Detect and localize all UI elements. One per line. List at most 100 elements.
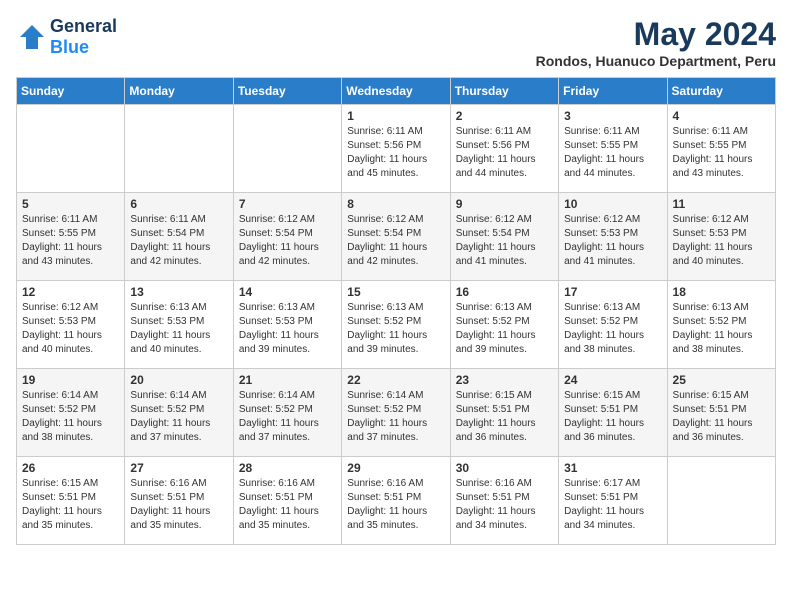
day-number: 9: [456, 197, 553, 211]
day-header-sunday: Sunday: [17, 78, 125, 105]
calendar-week-row: 26 Sunrise: 6:15 AMSunset: 5:51 PMDaylig…: [17, 457, 776, 545]
cell-info: Sunrise: 6:11 AMSunset: 5:56 PMDaylight:…: [347, 126, 427, 179]
cell-info: Sunrise: 6:12 AMSunset: 5:53 PMDaylight:…: [564, 214, 644, 267]
day-number: 16: [456, 285, 553, 299]
calendar-cell: 2 Sunrise: 6:11 AMSunset: 5:56 PMDayligh…: [450, 105, 558, 193]
calendar-cell: 1 Sunrise: 6:11 AMSunset: 5:56 PMDayligh…: [342, 105, 450, 193]
cell-info: Sunrise: 6:16 AMSunset: 5:51 PMDaylight:…: [239, 478, 319, 531]
cell-info: Sunrise: 6:14 AMSunset: 5:52 PMDaylight:…: [239, 390, 319, 443]
cell-info: Sunrise: 6:13 AMSunset: 5:52 PMDaylight:…: [673, 302, 753, 355]
calendar-table: SundayMondayTuesdayWednesdayThursdayFrid…: [16, 77, 776, 545]
calendar-cell: 7 Sunrise: 6:12 AMSunset: 5:54 PMDayligh…: [233, 193, 341, 281]
day-number: 20: [130, 373, 227, 387]
page-header: General Blue May 2024 Rondos, Huanuco De…: [16, 16, 776, 69]
cell-info: Sunrise: 6:14 AMSunset: 5:52 PMDaylight:…: [130, 390, 210, 443]
cell-info: Sunrise: 6:12 AMSunset: 5:53 PMDaylight:…: [22, 302, 102, 355]
day-number: 26: [22, 461, 119, 475]
day-number: 8: [347, 197, 444, 211]
cell-info: Sunrise: 6:13 AMSunset: 5:52 PMDaylight:…: [564, 302, 644, 355]
day-number: 2: [456, 109, 553, 123]
cell-info: Sunrise: 6:15 AMSunset: 5:51 PMDaylight:…: [673, 390, 753, 443]
cell-info: Sunrise: 6:13 AMSunset: 5:52 PMDaylight:…: [456, 302, 536, 355]
calendar-week-row: 12 Sunrise: 6:12 AMSunset: 5:53 PMDaylig…: [17, 281, 776, 369]
cell-info: Sunrise: 6:13 AMSunset: 5:52 PMDaylight:…: [347, 302, 427, 355]
calendar-cell: 21 Sunrise: 6:14 AMSunset: 5:52 PMDaylig…: [233, 369, 341, 457]
calendar-cell: 16 Sunrise: 6:13 AMSunset: 5:52 PMDaylig…: [450, 281, 558, 369]
day-number: 15: [347, 285, 444, 299]
day-number: 14: [239, 285, 336, 299]
month-year: May 2024: [536, 16, 776, 53]
cell-info: Sunrise: 6:12 AMSunset: 5:54 PMDaylight:…: [456, 214, 536, 267]
calendar-cell: 27 Sunrise: 6:16 AMSunset: 5:51 PMDaylig…: [125, 457, 233, 545]
calendar-cell: 13 Sunrise: 6:13 AMSunset: 5:53 PMDaylig…: [125, 281, 233, 369]
calendar-cell: 31 Sunrise: 6:17 AMSunset: 5:51 PMDaylig…: [559, 457, 667, 545]
cell-info: Sunrise: 6:11 AMSunset: 5:55 PMDaylight:…: [673, 126, 753, 179]
calendar-cell: 8 Sunrise: 6:12 AMSunset: 5:54 PMDayligh…: [342, 193, 450, 281]
day-number: 13: [130, 285, 227, 299]
day-number: 24: [564, 373, 661, 387]
calendar-cell: 19 Sunrise: 6:14 AMSunset: 5:52 PMDaylig…: [17, 369, 125, 457]
calendar-cell: 26 Sunrise: 6:15 AMSunset: 5:51 PMDaylig…: [17, 457, 125, 545]
calendar-cell: 24 Sunrise: 6:15 AMSunset: 5:51 PMDaylig…: [559, 369, 667, 457]
calendar-cell: 3 Sunrise: 6:11 AMSunset: 5:55 PMDayligh…: [559, 105, 667, 193]
calendar-cell: 17 Sunrise: 6:13 AMSunset: 5:52 PMDaylig…: [559, 281, 667, 369]
day-number: 3: [564, 109, 661, 123]
calendar-cell: 29 Sunrise: 6:16 AMSunset: 5:51 PMDaylig…: [342, 457, 450, 545]
cell-info: Sunrise: 6:13 AMSunset: 5:53 PMDaylight:…: [130, 302, 210, 355]
logo-icon: [16, 21, 48, 53]
calendar-cell: [667, 457, 775, 545]
day-number: 29: [347, 461, 444, 475]
cell-info: Sunrise: 6:15 AMSunset: 5:51 PMDaylight:…: [22, 478, 102, 531]
cell-info: Sunrise: 6:11 AMSunset: 5:55 PMDaylight:…: [22, 214, 102, 267]
calendar-cell: 4 Sunrise: 6:11 AMSunset: 5:55 PMDayligh…: [667, 105, 775, 193]
cell-info: Sunrise: 6:14 AMSunset: 5:52 PMDaylight:…: [347, 390, 427, 443]
day-number: 22: [347, 373, 444, 387]
title-section: May 2024 Rondos, Huanuco Department, Per…: [536, 16, 776, 69]
day-number: 5: [22, 197, 119, 211]
cell-info: Sunrise: 6:15 AMSunset: 5:51 PMDaylight:…: [564, 390, 644, 443]
day-number: 10: [564, 197, 661, 211]
calendar-cell: [125, 105, 233, 193]
day-number: 12: [22, 285, 119, 299]
cell-info: Sunrise: 6:11 AMSunset: 5:54 PMDaylight:…: [130, 214, 210, 267]
calendar-cell: [233, 105, 341, 193]
cell-info: Sunrise: 6:13 AMSunset: 5:53 PMDaylight:…: [239, 302, 319, 355]
cell-info: Sunrise: 6:12 AMSunset: 5:53 PMDaylight:…: [673, 214, 753, 267]
calendar-week-row: 19 Sunrise: 6:14 AMSunset: 5:52 PMDaylig…: [17, 369, 776, 457]
logo: General Blue: [16, 16, 117, 58]
calendar-cell: 15 Sunrise: 6:13 AMSunset: 5:52 PMDaylig…: [342, 281, 450, 369]
calendar-cell: 9 Sunrise: 6:12 AMSunset: 5:54 PMDayligh…: [450, 193, 558, 281]
calendar-cell: 20 Sunrise: 6:14 AMSunset: 5:52 PMDaylig…: [125, 369, 233, 457]
day-number: 7: [239, 197, 336, 211]
day-number: 11: [673, 197, 770, 211]
day-number: 28: [239, 461, 336, 475]
calendar-cell: 25 Sunrise: 6:15 AMSunset: 5:51 PMDaylig…: [667, 369, 775, 457]
calendar-cell: 6 Sunrise: 6:11 AMSunset: 5:54 PMDayligh…: [125, 193, 233, 281]
day-number: 31: [564, 461, 661, 475]
cell-info: Sunrise: 6:11 AMSunset: 5:56 PMDaylight:…: [456, 126, 536, 179]
cell-info: Sunrise: 6:16 AMSunset: 5:51 PMDaylight:…: [347, 478, 427, 531]
day-header-tuesday: Tuesday: [233, 78, 341, 105]
day-number: 25: [673, 373, 770, 387]
day-number: 23: [456, 373, 553, 387]
calendar-week-row: 5 Sunrise: 6:11 AMSunset: 5:55 PMDayligh…: [17, 193, 776, 281]
calendar-cell: 23 Sunrise: 6:15 AMSunset: 5:51 PMDaylig…: [450, 369, 558, 457]
calendar-cell: 10 Sunrise: 6:12 AMSunset: 5:53 PMDaylig…: [559, 193, 667, 281]
cell-info: Sunrise: 6:14 AMSunset: 5:52 PMDaylight:…: [22, 390, 102, 443]
day-number: 18: [673, 285, 770, 299]
calendar-cell: 28 Sunrise: 6:16 AMSunset: 5:51 PMDaylig…: [233, 457, 341, 545]
cell-info: Sunrise: 6:16 AMSunset: 5:51 PMDaylight:…: [456, 478, 536, 531]
calendar-header-row: SundayMondayTuesdayWednesdayThursdayFrid…: [17, 78, 776, 105]
calendar-week-row: 1 Sunrise: 6:11 AMSunset: 5:56 PMDayligh…: [17, 105, 776, 193]
calendar-cell: 5 Sunrise: 6:11 AMSunset: 5:55 PMDayligh…: [17, 193, 125, 281]
logo-blue: Blue: [50, 37, 117, 58]
day-header-monday: Monday: [125, 78, 233, 105]
cell-info: Sunrise: 6:12 AMSunset: 5:54 PMDaylight:…: [347, 214, 427, 267]
day-header-thursday: Thursday: [450, 78, 558, 105]
calendar-cell: 22 Sunrise: 6:14 AMSunset: 5:52 PMDaylig…: [342, 369, 450, 457]
day-number: 27: [130, 461, 227, 475]
day-header-wednesday: Wednesday: [342, 78, 450, 105]
cell-info: Sunrise: 6:15 AMSunset: 5:51 PMDaylight:…: [456, 390, 536, 443]
day-header-saturday: Saturday: [667, 78, 775, 105]
day-number: 4: [673, 109, 770, 123]
